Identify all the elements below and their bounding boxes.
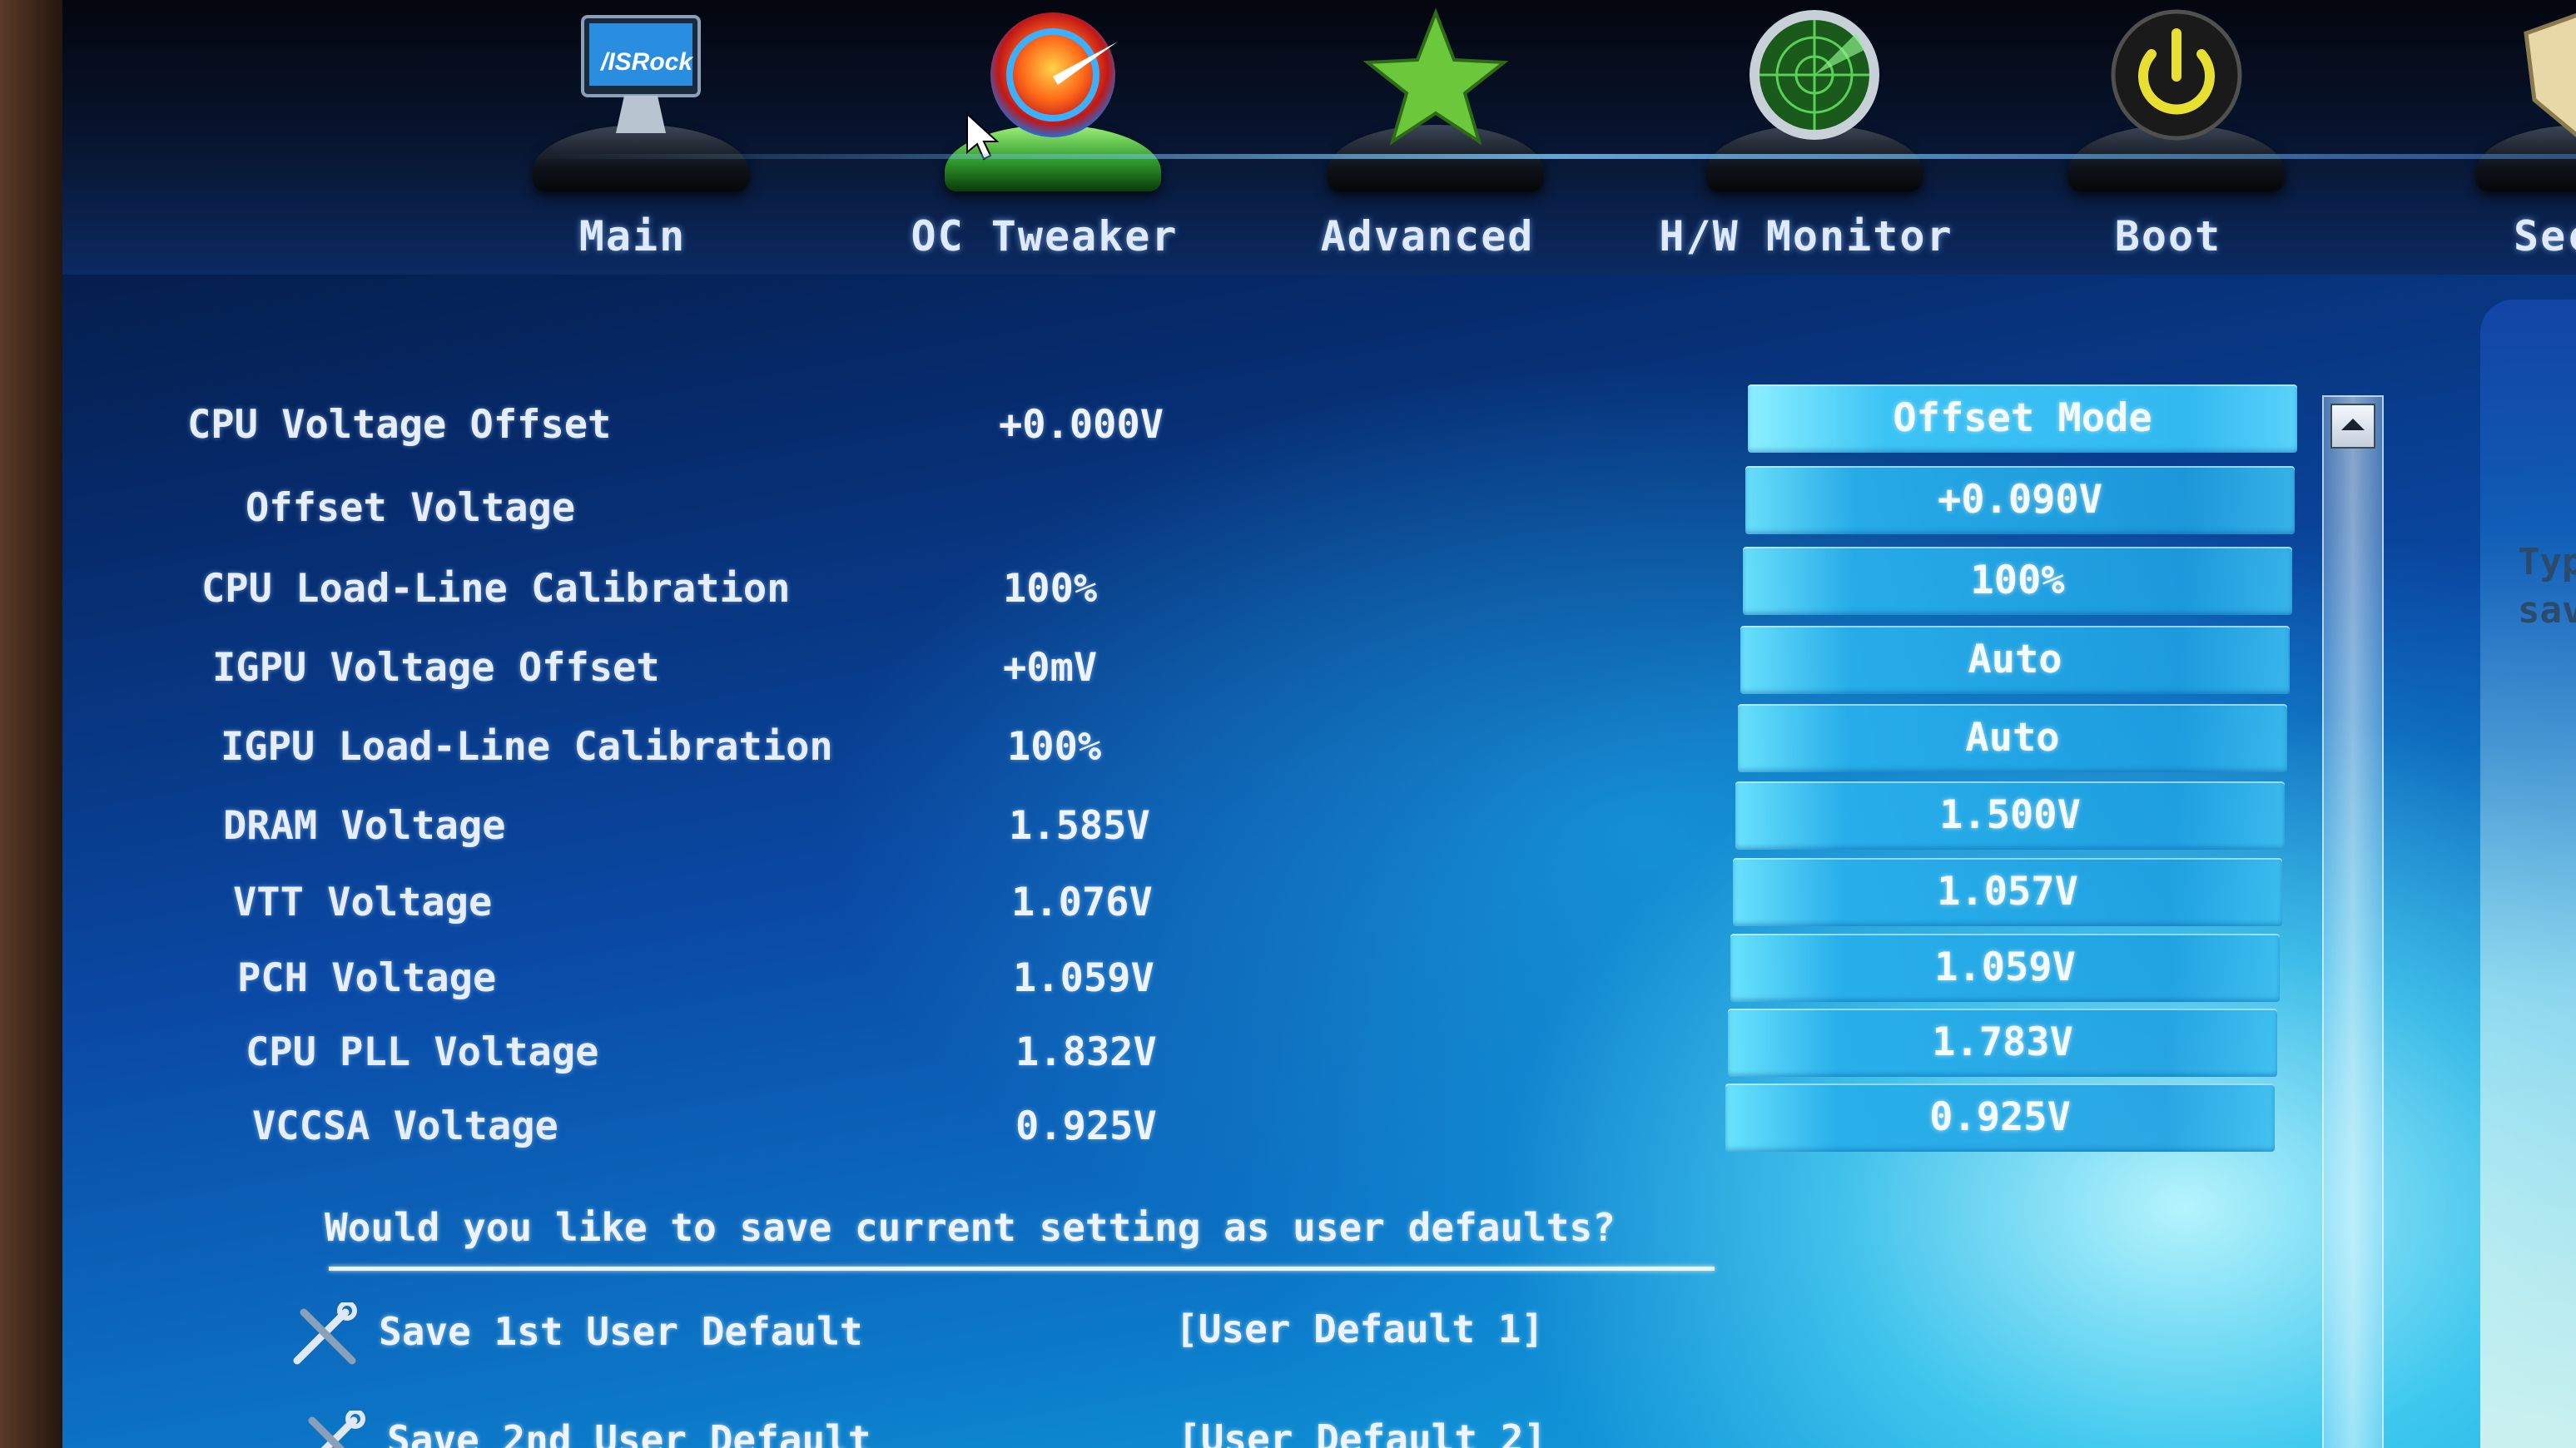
scrollbar[interactable] bbox=[2322, 395, 2384, 1448]
wrench-screwdriver-icon bbox=[308, 1411, 365, 1448]
scroll-up-arrow-icon[interactable] bbox=[2330, 404, 2375, 449]
current-value: 1.076V bbox=[1011, 880, 1153, 925]
settings-panel: CPU Voltage Offset Offset Voltage CPU Lo… bbox=[62, 0, 2576, 1448]
save-item-value: [User Default 2] bbox=[1178, 1416, 1547, 1448]
setting-label-dram-voltage: DRAM Voltage bbox=[223, 803, 506, 849]
cpu-voltage-offset-select[interactable]: Offset Mode bbox=[1748, 384, 2297, 453]
igpu-voltage-offset-field[interactable]: Auto bbox=[1740, 626, 2290, 694]
igpu-llc-select[interactable]: Auto bbox=[1738, 704, 2287, 772]
vccsa-voltage-select[interactable]: 0.925V bbox=[1725, 1084, 2275, 1152]
setting-label-offset-voltage: Offset Voltage bbox=[246, 485, 576, 531]
current-value: +0.000V bbox=[999, 402, 1164, 448]
cpu-pll-voltage-select[interactable]: 1.783V bbox=[1728, 1009, 2277, 1077]
dram-voltage-select[interactable]: 1.500V bbox=[1735, 781, 2285, 850]
vtt-voltage-select[interactable]: 1.057V bbox=[1733, 858, 2282, 926]
help-text-line: Type th bbox=[2518, 541, 2576, 583]
current-value: 1.585V bbox=[1009, 803, 1150, 849]
save-1st-user-default-button[interactable]: Save 1st User Default bbox=[287, 1302, 1036, 1369]
current-value: 100% bbox=[1003, 566, 1098, 612]
save-2nd-user-default-button[interactable]: Save 2nd User Default bbox=[295, 1411, 1045, 1448]
save-item-label: Save 1st User Default bbox=[379, 1309, 863, 1354]
setting-label-vccsa-voltage: VCCSA Voltage bbox=[252, 1103, 558, 1149]
current-value: 0.925V bbox=[1015, 1103, 1157, 1149]
setting-label-pch-voltage: PCH Voltage bbox=[237, 955, 497, 1001]
setting-label-cpu-pll-voltage: CPU PLL Voltage bbox=[246, 1029, 599, 1075]
help-text-line: save th bbox=[2518, 589, 2576, 632]
setting-label-igpu-voltage-offset: IGPU Voltage Offset bbox=[212, 645, 660, 691]
help-panel bbox=[2480, 300, 2576, 1448]
wrench-screwdriver-icon bbox=[293, 1302, 357, 1365]
pch-voltage-select[interactable]: 1.059V bbox=[1730, 934, 2280, 1002]
current-value: 100% bbox=[1007, 724, 1102, 770]
save-defaults-question: Would you like to save current setting a… bbox=[325, 1205, 1616, 1250]
divider bbox=[329, 1267, 1715, 1271]
current-value: 1.059V bbox=[1013, 955, 1154, 1001]
save-item-value: [User Default 1] bbox=[1175, 1307, 1545, 1351]
current-value: 1.832V bbox=[1015, 1029, 1157, 1075]
setting-label-cpu-llc: CPU Load-Line Calibration bbox=[201, 566, 791, 612]
setting-label-vtt-voltage: VTT Voltage bbox=[233, 880, 493, 925]
offset-voltage-field[interactable]: +0.090V bbox=[1745, 466, 2295, 534]
current-value: +0mV bbox=[1003, 645, 1098, 691]
save-item-label: Save 2nd User Default bbox=[387, 1417, 871, 1448]
bios-screen: /ISRock Main OC Tweaker Advanced H/W Mon… bbox=[62, 0, 2576, 1448]
setting-label-igpu-llc: IGPU Load-Line Calibration bbox=[221, 724, 833, 770]
cpu-llc-select[interactable]: 100% bbox=[1743, 547, 2292, 615]
setting-label-cpu-voltage-offset: CPU Voltage Offset bbox=[187, 402, 612, 448]
